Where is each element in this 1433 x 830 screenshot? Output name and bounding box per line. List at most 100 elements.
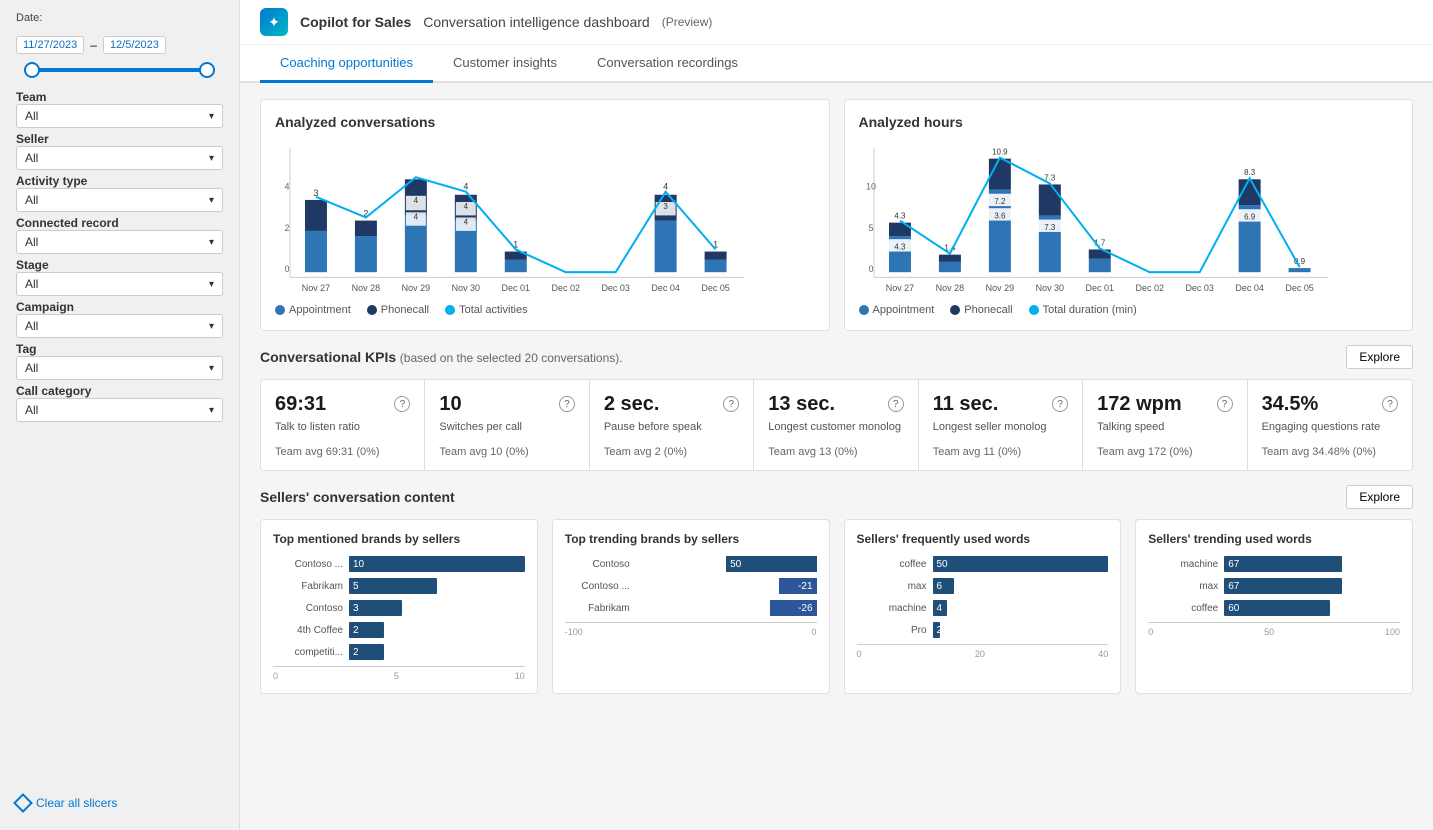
help-icon-5[interactable]: ? — [1217, 396, 1233, 412]
svg-text:2: 2 — [284, 223, 289, 233]
kpi-subtitle: (based on the selected 20 conversations)… — [400, 351, 623, 365]
filter-select-5[interactable]: All ▾ — [16, 314, 223, 338]
dashboard-title: Conversation intelligence dashboard — [423, 14, 649, 30]
tab-coaching[interactable]: Coaching opportunities — [260, 45, 433, 83]
kpi-label-2: Pause before speak — [604, 420, 739, 434]
help-icon-2[interactable]: ? — [723, 396, 739, 412]
svg-text:4: 4 — [284, 181, 289, 191]
filter-select-2[interactable]: All ▾ — [16, 188, 223, 212]
filter-seller: Seller All ▾ — [16, 132, 223, 170]
tab-bar: Coaching opportunities Customer insights… — [240, 45, 1433, 83]
kpi-section: Conversational KPIs (based on the select… — [260, 345, 1413, 471]
chevron-down-icon: ▾ — [209, 153, 214, 164]
svg-text:Dec 04: Dec 04 — [651, 283, 679, 293]
sellers-chart-0: Top mentioned brands by sellers Contoso … — [260, 519, 538, 694]
analyzed-hours-chart: 4.3 4.3 1.4 10.9 7.2 — [859, 138, 1399, 298]
sellers-card-title-3: Sellers' trending used words — [1148, 532, 1400, 546]
sidebar: Date: 11/27/2023 – 12/5/2023 Team All ▾ … — [0, 0, 240, 830]
svg-text:0: 0 — [284, 264, 289, 274]
kpi-card-0: 69:31 ? Talk to listen ratio Team avg 69… — [261, 380, 425, 470]
svg-text:5: 5 — [868, 223, 873, 233]
date-start[interactable]: 11/27/2023 — [16, 36, 84, 54]
kpi-avg-2: Team avg 2 (0%) — [604, 446, 739, 458]
date-end[interactable]: 12/5/2023 — [103, 36, 166, 54]
kpi-value-3: 13 sec. — [768, 392, 835, 416]
chevron-down-icon: ▾ — [209, 321, 214, 332]
kpi-label-5: Talking speed — [1097, 420, 1232, 434]
kpi-value-6: 34.5% — [1262, 392, 1319, 416]
filter-select-0[interactable]: All ▾ — [16, 104, 223, 128]
bar-row-1: max 67 — [1148, 578, 1400, 594]
help-icon-0[interactable]: ? — [394, 396, 410, 412]
bar-chart-1: Contoso 50 Contoso ... -21 — [565, 556, 817, 637]
svg-text:Nov 30: Nov 30 — [452, 283, 480, 293]
kpi-label-6: Engaging questions rate — [1262, 420, 1398, 434]
svg-text:Dec 01: Dec 01 — [502, 283, 530, 293]
analyzed-conversations-title: Analyzed conversations — [275, 114, 815, 130]
svg-text:4.3: 4.3 — [894, 211, 906, 220]
help-icon-4[interactable]: ? — [1052, 396, 1068, 412]
svg-text:Dec 03: Dec 03 — [1185, 283, 1213, 293]
sellers-card-title-0: Top mentioned brands by sellers — [273, 532, 525, 546]
bar-row-2: Contoso 3 — [273, 600, 525, 616]
filter-select-4[interactable]: All ▾ — [16, 272, 223, 296]
bar-row-4: competiti... 2 — [273, 644, 525, 660]
app-title: Copilot for Sales — [300, 14, 411, 30]
chevron-down-icon: ▾ — [209, 195, 214, 206]
sidebar-filters: Team All ▾ Seller All ▾ Activity type Al… — [16, 86, 223, 422]
sellers-explore-button[interactable]: Explore — [1346, 485, 1413, 509]
filter-select-3[interactable]: All ▾ — [16, 230, 223, 254]
kpi-card-1: 10 ? Switches per call Team avg 10 (0%) — [425, 380, 589, 470]
svg-text:4: 4 — [464, 202, 469, 211]
filter-select-6[interactable]: All ▾ — [16, 356, 223, 380]
kpi-card-2: 2 sec. ? Pause before speak Team avg 2 (… — [590, 380, 754, 470]
main-panel: ✦ Copilot for Sales Conversation intelli… — [240, 0, 1433, 830]
svg-text:4: 4 — [663, 181, 668, 191]
filter-connected-record: Connected record All ▾ — [16, 216, 223, 254]
filter-select-7[interactable]: All ▾ — [16, 398, 223, 422]
svg-text:7.2: 7.2 — [994, 197, 1006, 206]
kpi-value-2: 2 sec. — [604, 392, 660, 416]
svg-text:7.3: 7.3 — [1044, 223, 1056, 232]
svg-text:3: 3 — [313, 188, 318, 198]
svg-text:4.3: 4.3 — [894, 242, 906, 251]
bar-row-3: 4th Coffee 2 — [273, 622, 525, 638]
bar-row-0: Contoso 50 — [565, 556, 817, 572]
filter-campaign: Campaign All ▾ — [16, 300, 223, 338]
kpi-card-5: 172 wpm ? Talking speed Team avg 172 (0%… — [1083, 380, 1247, 470]
svg-text:Nov 28: Nov 28 — [935, 283, 963, 293]
chevron-down-icon: ▾ — [209, 363, 214, 374]
topbar: ✦ Copilot for Sales Conversation intelli… — [240, 0, 1433, 45]
help-icon-1[interactable]: ? — [559, 396, 575, 412]
kpi-explore-button[interactable]: Explore — [1346, 345, 1413, 369]
svg-text:Dec 01: Dec 01 — [1085, 283, 1113, 293]
analyzed-conversations-legend: Appointment Phonecall Total activities — [275, 304, 815, 316]
sellers-chart-3: Sellers' trending used words machine 67 … — [1135, 519, 1413, 694]
tab-recordings[interactable]: Conversation recordings — [577, 45, 758, 83]
bar-row-0: coffee 50 — [857, 556, 1109, 572]
kpi-label-4: Longest seller monolog — [933, 420, 1068, 434]
help-icon-3[interactable]: ? — [888, 396, 904, 412]
filter-select-1[interactable]: All ▾ — [16, 146, 223, 170]
clear-slicers-button[interactable]: Clear all slicers — [16, 788, 223, 818]
date-range-slider[interactable] — [16, 64, 223, 76]
help-icon-6[interactable]: ? — [1382, 396, 1398, 412]
svg-text:Nov 30: Nov 30 — [1035, 283, 1063, 293]
tab-customer[interactable]: Customer insights — [433, 45, 577, 83]
kpi-value-0: 69:31 — [275, 392, 326, 416]
analyzed-conversations-chart: 3 2 5 4 4 — [275, 138, 815, 298]
svg-text:Nov 27: Nov 27 — [885, 283, 913, 293]
filter-activity-type: Activity type All ▾ — [16, 174, 223, 212]
kpi-card-6: 34.5% ? Engaging questions rate Team avg… — [1248, 380, 1412, 470]
kpi-card-3: 13 sec. ? Longest customer monolog Team … — [754, 380, 918, 470]
kpi-title: Conversational KPIs — [260, 349, 396, 365]
chevron-down-icon: ▾ — [209, 111, 214, 122]
svg-text:Dec 04: Dec 04 — [1235, 283, 1263, 293]
kpi-value-1: 10 — [439, 392, 461, 416]
svg-text:Dec 03: Dec 03 — [601, 283, 629, 293]
sellers-chart-2: Sellers' frequently used words coffee 50… — [844, 519, 1122, 694]
bar-row-0: Contoso ... 10 — [273, 556, 525, 572]
svg-text:Nov 28: Nov 28 — [352, 283, 380, 293]
bar-row-1: Contoso ... -21 — [565, 578, 817, 594]
kpi-avg-3: Team avg 13 (0%) — [768, 446, 903, 458]
